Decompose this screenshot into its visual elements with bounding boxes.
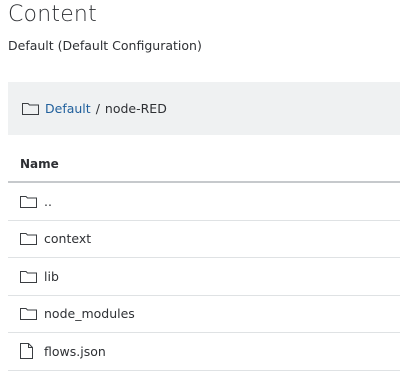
folder-icon bbox=[20, 307, 40, 321]
table-row-node-modules[interactable]: node_modules bbox=[8, 296, 400, 333]
page-subtitle: Default (Default Configuration) bbox=[8, 38, 202, 53]
row-label: .. bbox=[44, 193, 52, 209]
row-label: node_modules bbox=[44, 306, 135, 322]
folder-icon bbox=[20, 195, 40, 208]
table-row-context[interactable]: context bbox=[8, 221, 400, 258]
table-row-lib[interactable]: lib bbox=[8, 258, 400, 296]
column-header-name[interactable]: Name bbox=[8, 147, 400, 183]
row-label: flows.json bbox=[44, 343, 106, 359]
table-row-parent[interactable]: .. bbox=[8, 183, 400, 221]
row-label: lib bbox=[44, 268, 59, 284]
folder-icon bbox=[20, 232, 40, 246]
row-label: context bbox=[44, 231, 92, 247]
breadcrumb: Default / node-RED bbox=[8, 82, 400, 135]
file-icon bbox=[20, 343, 40, 360]
folder-icon bbox=[22, 102, 39, 115]
page-title: Content bbox=[8, 2, 97, 27]
breadcrumb-link-default[interactable]: Default bbox=[45, 101, 91, 116]
file-table: Name .. context lib node_modules flows.j… bbox=[8, 147, 400, 371]
breadcrumb-current: node-RED bbox=[104, 101, 167, 116]
folder-icon bbox=[20, 270, 40, 283]
breadcrumb-separator: / bbox=[95, 101, 100, 116]
table-row-flows-json[interactable]: flows.json bbox=[8, 333, 400, 371]
